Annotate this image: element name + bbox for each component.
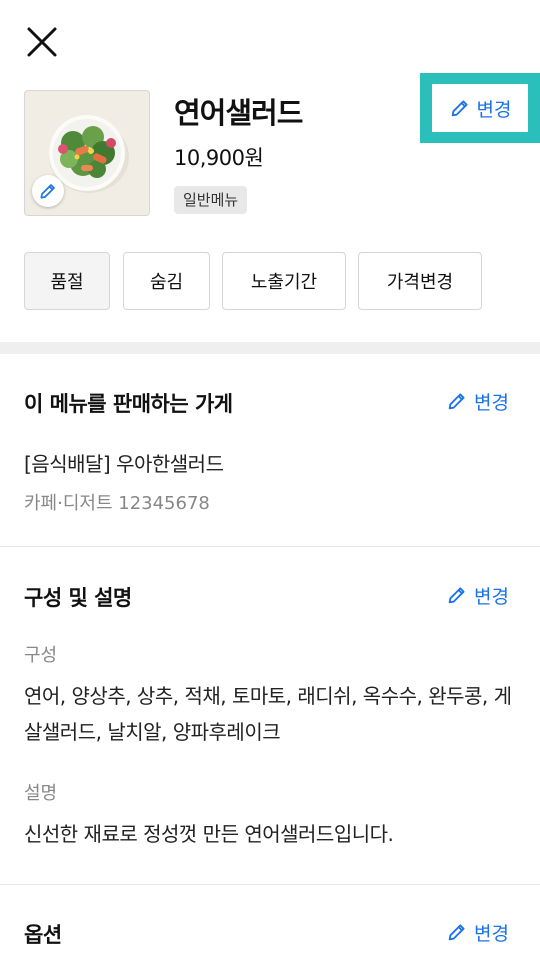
pencil-icon bbox=[448, 924, 465, 941]
close-button[interactable] bbox=[24, 24, 60, 60]
close-icon bbox=[27, 27, 57, 57]
menu-edit-label: 변경 bbox=[476, 98, 512, 121]
section-divider bbox=[0, 546, 540, 547]
store-name: [음식배달] 우아한샐러드 bbox=[24, 452, 224, 476]
pencil-icon bbox=[40, 184, 55, 199]
options-edit-button[interactable]: 변경 bbox=[446, 917, 509, 947]
menu-type-badge: 일반메뉴 bbox=[174, 186, 248, 214]
price-change-label: 가격변경 bbox=[386, 272, 454, 293]
section-divider bbox=[0, 884, 540, 885]
pencil-icon bbox=[448, 393, 465, 410]
options-edit-label: 변경 bbox=[474, 922, 509, 945]
pencil-icon bbox=[448, 587, 465, 604]
stores-edit-label: 변경 bbox=[474, 391, 509, 414]
composition-edit-button[interactable]: 변경 bbox=[446, 580, 509, 610]
composition-text: 연어, 양상추, 상추, 적채, 토마토, 래디쉬, 옥수수, 완두콩, 게살샐… bbox=[24, 684, 512, 744]
image-edit-button[interactable] bbox=[32, 175, 64, 207]
sold-out-label: 품절 bbox=[50, 272, 84, 293]
menu-edit-highlight: 변경 bbox=[420, 73, 540, 143]
exposure-period-label: 노출기간 bbox=[250, 272, 318, 293]
pencil-icon bbox=[451, 100, 468, 117]
sold-out-button[interactable]: 품절 bbox=[24, 252, 110, 310]
exposure-period-button[interactable]: 노출기간 bbox=[222, 252, 346, 310]
stores-section-title: 이 메뉴를 판매하는 가게 bbox=[24, 392, 233, 416]
store-info: 카페·디저트 12345678 bbox=[24, 493, 210, 514]
description-text: 신선한 재료로 정성껏 만든 연어샐러드입니다. bbox=[24, 822, 394, 846]
hide-label: 숨김 bbox=[149, 272, 184, 293]
options-section-title: 옵션 bbox=[24, 923, 62, 947]
description-label: 설명 bbox=[24, 783, 58, 804]
section-divider bbox=[0, 342, 540, 354]
composition-edit-label: 변경 bbox=[474, 585, 509, 608]
menu-price: 10,900원 bbox=[174, 146, 264, 170]
menu-name: 연어샐러드 bbox=[174, 96, 303, 130]
composition-section-title: 구성 및 설명 bbox=[24, 586, 132, 610]
stores-edit-button[interactable]: 변경 bbox=[446, 386, 509, 416]
price-change-button[interactable]: 가격변경 bbox=[358, 252, 482, 310]
composition-label: 구성 bbox=[24, 645, 58, 666]
menu-edit-button[interactable]: 변경 bbox=[432, 84, 528, 132]
hide-button[interactable]: 숨김 bbox=[123, 252, 210, 310]
